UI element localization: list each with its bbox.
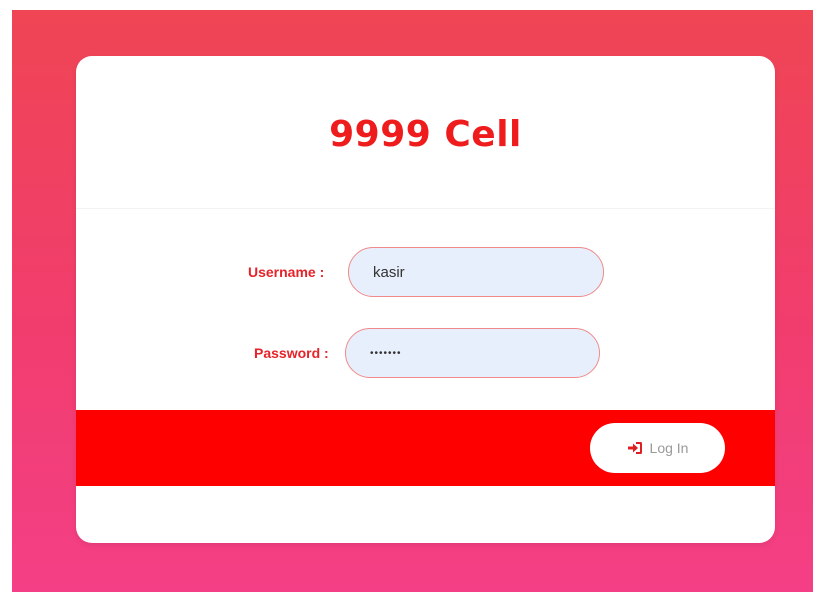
form-footer: Log In [76, 410, 775, 486]
username-label: Username : [248, 264, 325, 280]
password-label: Password : [254, 345, 329, 361]
card-header: 9999 Cell [76, 56, 775, 209]
login-button-label: Log In [649, 440, 689, 456]
password-row: Password : [76, 327, 775, 379]
login-card: 9999 Cell Username : Password : Log In [76, 56, 775, 543]
username-input[interactable] [348, 247, 604, 297]
login-button[interactable]: Log In [590, 423, 725, 473]
app-title: 9999 Cell [329, 114, 522, 155]
sign-in-icon [627, 441, 643, 455]
username-row: Username : [76, 247, 775, 299]
password-input[interactable] [345, 328, 600, 378]
